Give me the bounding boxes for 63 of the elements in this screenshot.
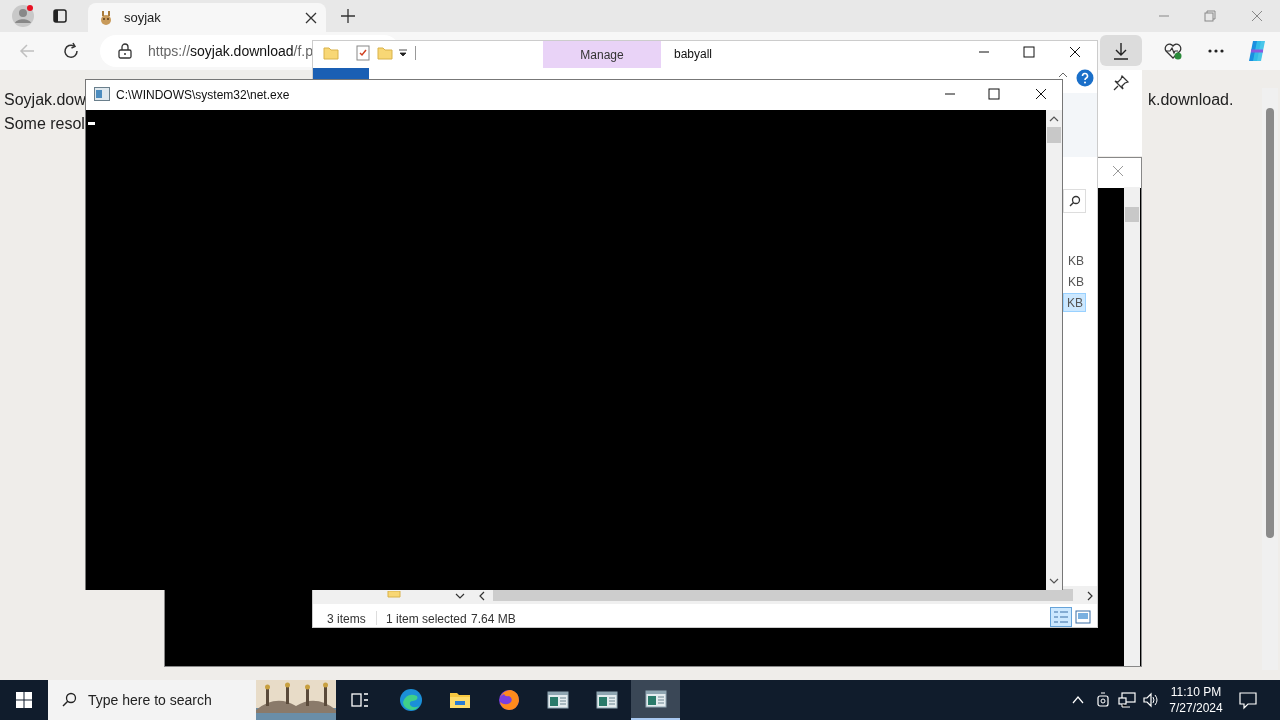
status-text: 7.64 MB [471, 611, 516, 628]
fox-browser-icon [496, 688, 521, 712]
chevron-right-icon[interactable] [1085, 591, 1095, 601]
scrollbar[interactable] [1262, 88, 1278, 670]
download-icon [1112, 41, 1130, 60]
scrollbar[interactable] [1124, 187, 1140, 666]
console-icon[interactable] [94, 87, 110, 101]
chevron-up-icon[interactable] [1072, 695, 1084, 705]
search-field[interactable]: Type here to search [48, 680, 256, 720]
maximize-icon[interactable] [1023, 46, 1035, 58]
tab-title: soyjak [124, 8, 161, 27]
browser-icon [398, 688, 423, 712]
new-tab-icon[interactable] [340, 8, 356, 24]
tab-actions-icon[interactable] [53, 9, 67, 23]
network-icon[interactable] [1118, 692, 1136, 708]
contextual-tab[interactable]: Manage [543, 41, 661, 68]
status-text: 1 item selected [386, 611, 467, 628]
notification-icon[interactable] [1238, 690, 1258, 710]
browser-tab[interactable]: soyjak [88, 3, 326, 32]
search-icon [1068, 195, 1081, 207]
status-text: 3 items [327, 611, 366, 628]
page-text: k.download. [1148, 90, 1234, 110]
device-icon[interactable] [1096, 692, 1110, 708]
page-text: Some resol [4, 114, 85, 134]
page-text: Soyjak.dow [4, 90, 86, 110]
profile-icon[interactable] [11, 4, 35, 28]
window-title: C:\WINDOWS\system32\net.exe [116, 87, 290, 104]
url-text: https://soyjak.download/f.p [148, 41, 313, 61]
size-cell[interactable]: KB [1063, 251, 1086, 270]
app-window-icon [594, 688, 619, 712]
close-icon[interactable] [1035, 88, 1047, 100]
help-icon[interactable] [1076, 69, 1094, 87]
scroll-down-icon[interactable] [1049, 577, 1059, 585]
app-window-icon [545, 688, 570, 712]
close-icon[interactable] [1069, 46, 1081, 58]
pin-icon[interactable] [1112, 74, 1130, 92]
dropdown-icon[interactable] [399, 49, 407, 57]
size-cell[interactable]: KB [1063, 293, 1086, 312]
search-placeholder: Type here to search [88, 690, 212, 710]
app-window-icon [643, 687, 668, 711]
clock[interactable]: 11:10 PM 7/27/2024 [1166, 682, 1226, 718]
taskbar-app-button[interactable] [631, 680, 680, 720]
window-title: babyall [674, 46, 713, 63]
close-tab-button[interactable] [304, 10, 318, 25]
scrollbar[interactable] [1046, 110, 1062, 590]
lock-icon [118, 43, 132, 59]
close-icon [304, 10, 318, 25]
downloads-button[interactable] [1100, 35, 1142, 66]
size-cell[interactable]: KB [1063, 272, 1086, 291]
chevron-down-icon[interactable] [455, 591, 465, 601]
windows-logo-icon[interactable] [16, 692, 32, 708]
heart-pulse-icon[interactable] [1163, 41, 1183, 61]
maximize-icon[interactable] [988, 88, 1000, 100]
checklist-icon[interactable] [355, 45, 371, 61]
text-cursor [88, 122, 95, 125]
refresh-icon[interactable] [62, 42, 80, 60]
volume-icon[interactable] [1142, 692, 1160, 708]
scroll-up-icon[interactable] [1049, 115, 1059, 123]
chevron-left-icon[interactable] [477, 591, 487, 601]
search-field[interactable] [1063, 189, 1086, 213]
scrollbar-thumb[interactable] [1047, 127, 1061, 143]
search-icon [61, 692, 77, 708]
task-view-icon[interactable] [351, 691, 369, 709]
